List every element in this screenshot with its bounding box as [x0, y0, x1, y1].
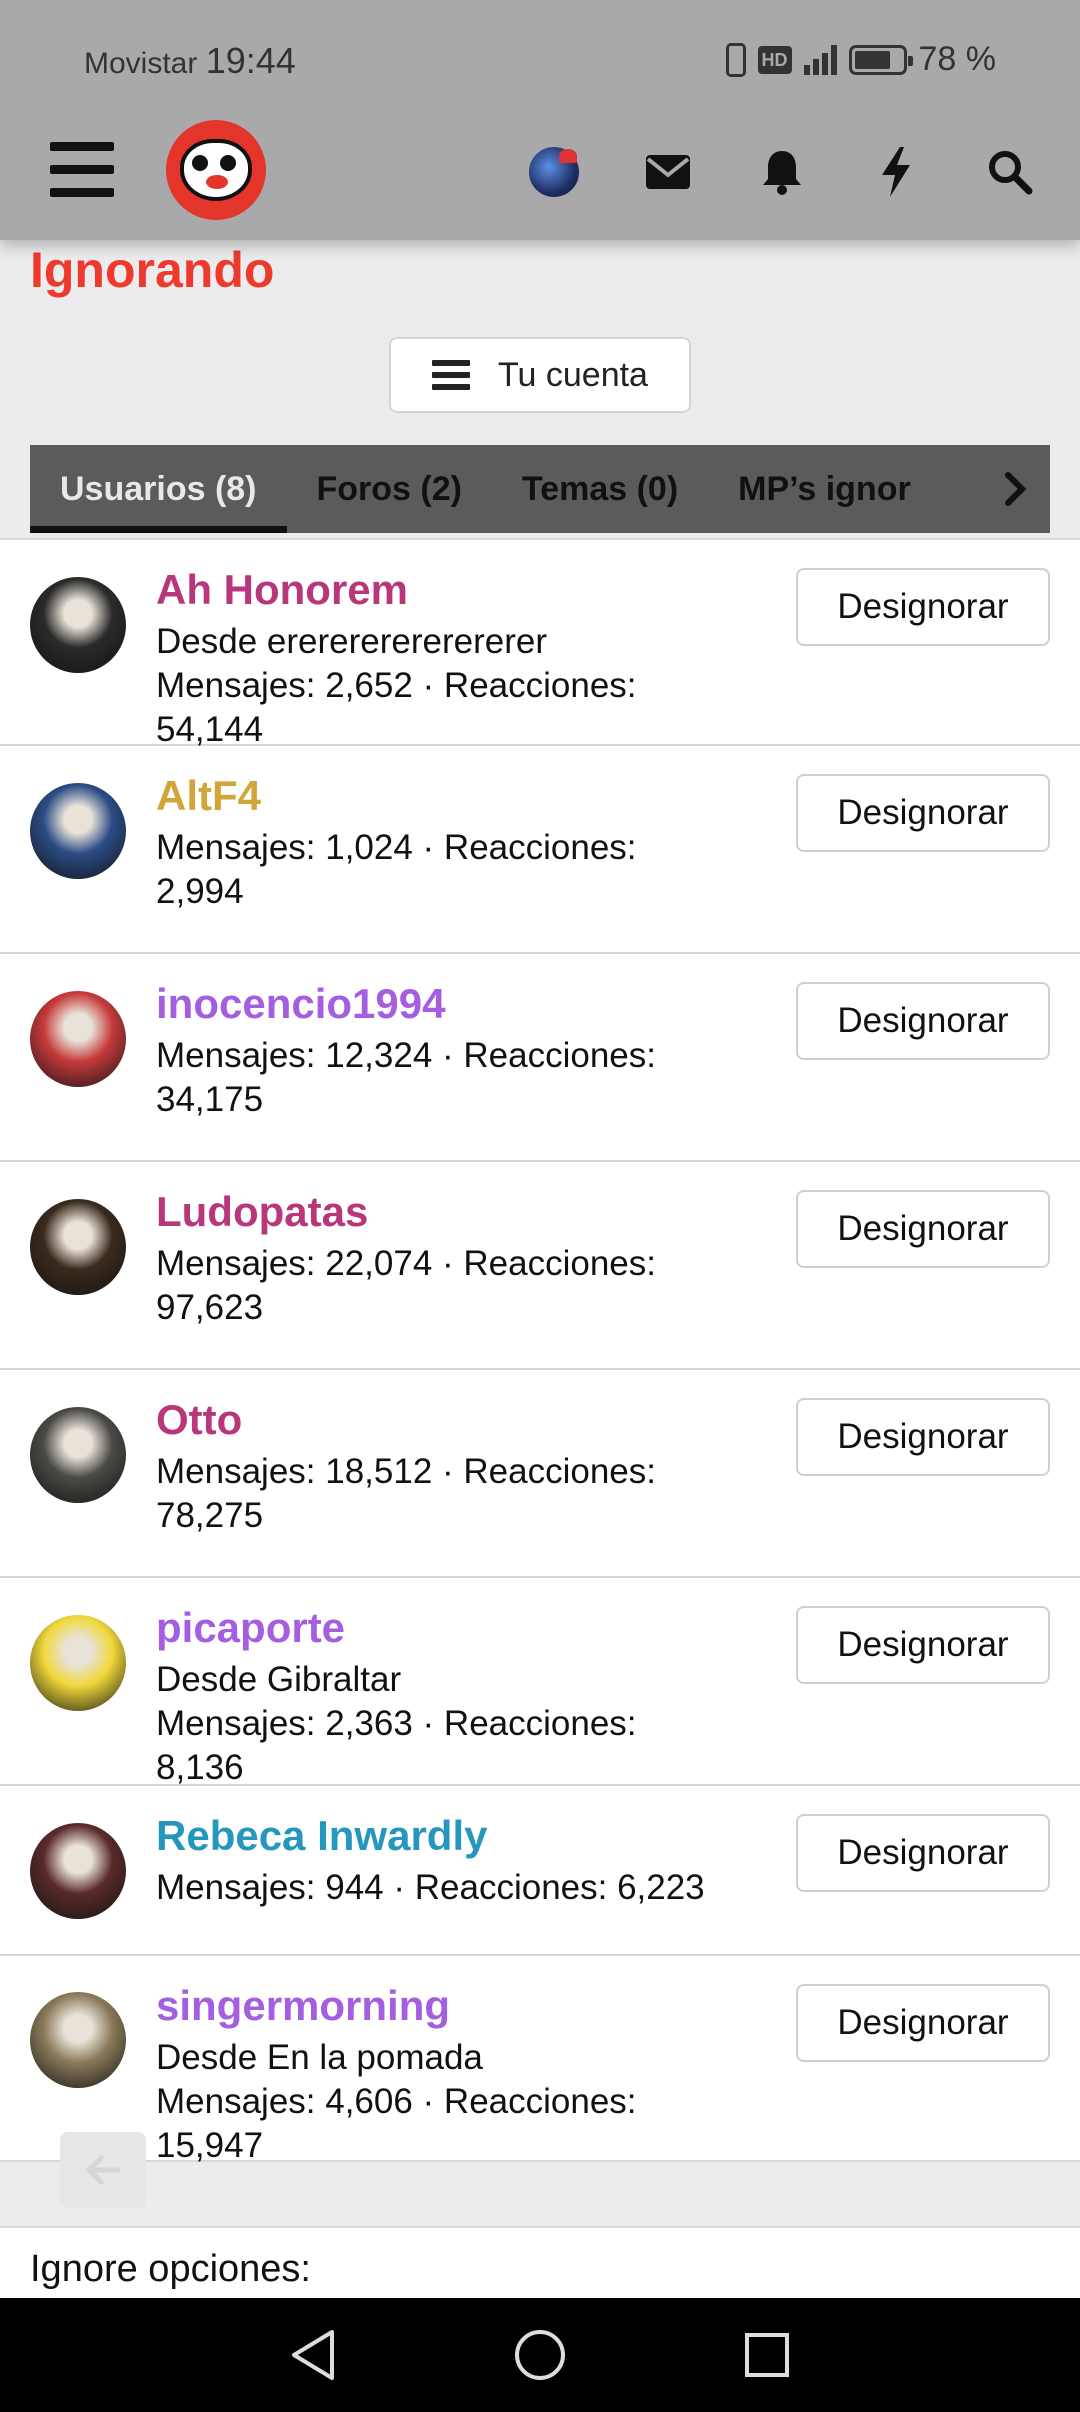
- tab-mps[interactable]: MP’s ignor: [708, 445, 941, 533]
- user-avatar-altf4[interactable]: [30, 783, 126, 879]
- user-avatar-otto[interactable]: [30, 1407, 126, 1503]
- user-stats: Mensajes: 12,324 · Reacciones:: [156, 1036, 656, 1075]
- username[interactable]: Rebeca Inwardly: [156, 1812, 487, 1860]
- user-avatar-inocencio1994[interactable]: [30, 991, 126, 1087]
- user-stats: Mensajes: 2,363 · Reacciones: 8,136: [156, 1704, 637, 1787]
- tab-foros[interactable]: Foros (2): [287, 445, 492, 533]
- user-stats: Mensajes: 22,074 · Reacciones:: [156, 1244, 656, 1283]
- ignored-users-list: Ah Honorem Desde ererererererererer Mens…: [0, 538, 1080, 2165]
- clock: 19:44: [205, 40, 296, 81]
- recents-icon[interactable]: [727, 2315, 807, 2395]
- user-avatar-singermorning[interactable]: [30, 1992, 126, 2088]
- unignore-button[interactable]: Designorar: [796, 1190, 1050, 1268]
- username[interactable]: inocencio1994: [156, 980, 445, 1028]
- user-stats: Mensajes: 4,606 · Reacciones: 15,947: [156, 2082, 637, 2165]
- menu-icon: [432, 354, 471, 396]
- user-avatar-ah-honorem[interactable]: [30, 577, 126, 673]
- account-menu-button[interactable]: Tu cuenta: [389, 337, 691, 413]
- battery-icon: [848, 44, 913, 75]
- signal-icon: [803, 44, 837, 75]
- top-band: Movistar 19:44 HD 78 %: [0, 0, 1080, 240]
- vibrate-icon: [725, 42, 746, 77]
- user-location: Desde ererererererererer: [156, 622, 547, 661]
- tab-usuarios[interactable]: Usuarios (8): [30, 445, 287, 533]
- unignore-button[interactable]: Designorar: [796, 1814, 1050, 1892]
- back-icon[interactable]: [273, 2315, 353, 2395]
- search-icon[interactable]: [982, 144, 1038, 200]
- user-avatar-picaporte[interactable]: [30, 1615, 126, 1711]
- system-navigation-bar: [0, 2298, 1080, 2412]
- page-title: Ignorando: [30, 242, 275, 298]
- user-stats: Mensajes: 1,024 · Reacciones:: [156, 828, 637, 867]
- battery-percent: 78 %: [918, 40, 997, 78]
- user-row: AltF4 Mensajes: 1,024 · Reacciones: 2,99…: [0, 746, 1080, 954]
- user-stats-cont: 97,623: [156, 1288, 264, 1327]
- user-row: singermorning Desde En la pomada Mensaje…: [0, 1956, 1080, 2165]
- username[interactable]: AltF4: [156, 772, 261, 820]
- forum-logo-icon[interactable]: [166, 120, 266, 220]
- chevron-right-icon[interactable]: [980, 445, 1050, 533]
- user-stats: Mensajes: 2,652 · Reacciones: 54,144: [156, 666, 637, 749]
- user-avatar-rebeca-inwardly[interactable]: [30, 1823, 126, 1919]
- tab-temas[interactable]: Temas (0): [492, 445, 708, 533]
- lightning-icon[interactable]: [868, 144, 924, 200]
- hd-badge: HD: [757, 45, 792, 74]
- user-location: Desde En la pomada: [156, 2038, 483, 2077]
- user-avatar-ludopatas[interactable]: [30, 1199, 126, 1295]
- username[interactable]: picaporte: [156, 1604, 345, 1652]
- user-row: Otto Mensajes: 18,512 · Reacciones: 78,2…: [0, 1370, 1080, 1578]
- carrier-and-time: Movistar 19:44: [84, 40, 296, 82]
- username[interactable]: Ah Honorem: [156, 566, 408, 614]
- user-row: Ah Honorem Desde ererererererererer Mens…: [0, 540, 1080, 749]
- unignore-button[interactable]: Designorar: [796, 982, 1050, 1060]
- username[interactable]: Ludopatas: [156, 1188, 368, 1236]
- bell-icon[interactable]: [754, 144, 810, 200]
- list-footer-strip: [0, 2166, 1080, 2228]
- user-stats-cont: 78,275: [156, 1496, 264, 1535]
- user-stats: Mensajes: 944 · Reacciones: 6,223: [156, 1868, 705, 1907]
- unignore-button[interactable]: Designorar: [796, 568, 1050, 646]
- user-stats-cont: 2,994: [156, 872, 244, 911]
- user-row: picaporte Desde Gibraltar Mensajes: 2,36…: [0, 1578, 1080, 1787]
- unignore-button[interactable]: Designorar: [796, 774, 1050, 852]
- user-row: Ludopatas Mensajes: 22,074 · Reacciones:…: [0, 1162, 1080, 1370]
- user-row: inocencio1994 Mensajes: 12,324 · Reaccio…: [0, 954, 1080, 1162]
- ignore-tabs: Usuarios (8) Foros (2) Temas (0) MP’s ig…: [30, 445, 1050, 533]
- app-header: [0, 120, 1080, 240]
- username[interactable]: Otto: [156, 1396, 242, 1444]
- unignore-button[interactable]: Designorar: [796, 1606, 1050, 1684]
- mail-icon[interactable]: [640, 144, 696, 200]
- user-location: Desde Gibraltar: [156, 1660, 402, 1699]
- unignore-button[interactable]: Designorar: [796, 1398, 1050, 1476]
- unignore-button[interactable]: Designorar: [796, 1984, 1050, 2062]
- hamburger-menu-icon[interactable]: [50, 142, 114, 198]
- ignore-options-section: Ignore opciones:: [0, 2228, 1080, 2298]
- header-actions: [526, 144, 1038, 200]
- status-icons: HD 78 %: [725, 40, 997, 79]
- username[interactable]: singermorning: [156, 1982, 450, 2030]
- account-button-label: Tu cuenta: [498, 355, 648, 394]
- user-row: Rebeca Inwardly Mensajes: 944 · Reaccion…: [0, 1786, 1080, 1956]
- user-avatar[interactable]: [526, 144, 582, 200]
- user-stats: Mensajes: 18,512 · Reacciones:: [156, 1452, 656, 1491]
- carrier-name: Movistar: [84, 47, 198, 80]
- status-bar: Movistar 19:44 HD 78 %: [0, 0, 1080, 120]
- home-icon[interactable]: [500, 2315, 580, 2395]
- ignore-options-heading: Ignore opciones:: [30, 2248, 311, 2290]
- arrow-left-icon[interactable]: [60, 2132, 146, 2208]
- user-stats-cont: 34,175: [156, 1080, 264, 1119]
